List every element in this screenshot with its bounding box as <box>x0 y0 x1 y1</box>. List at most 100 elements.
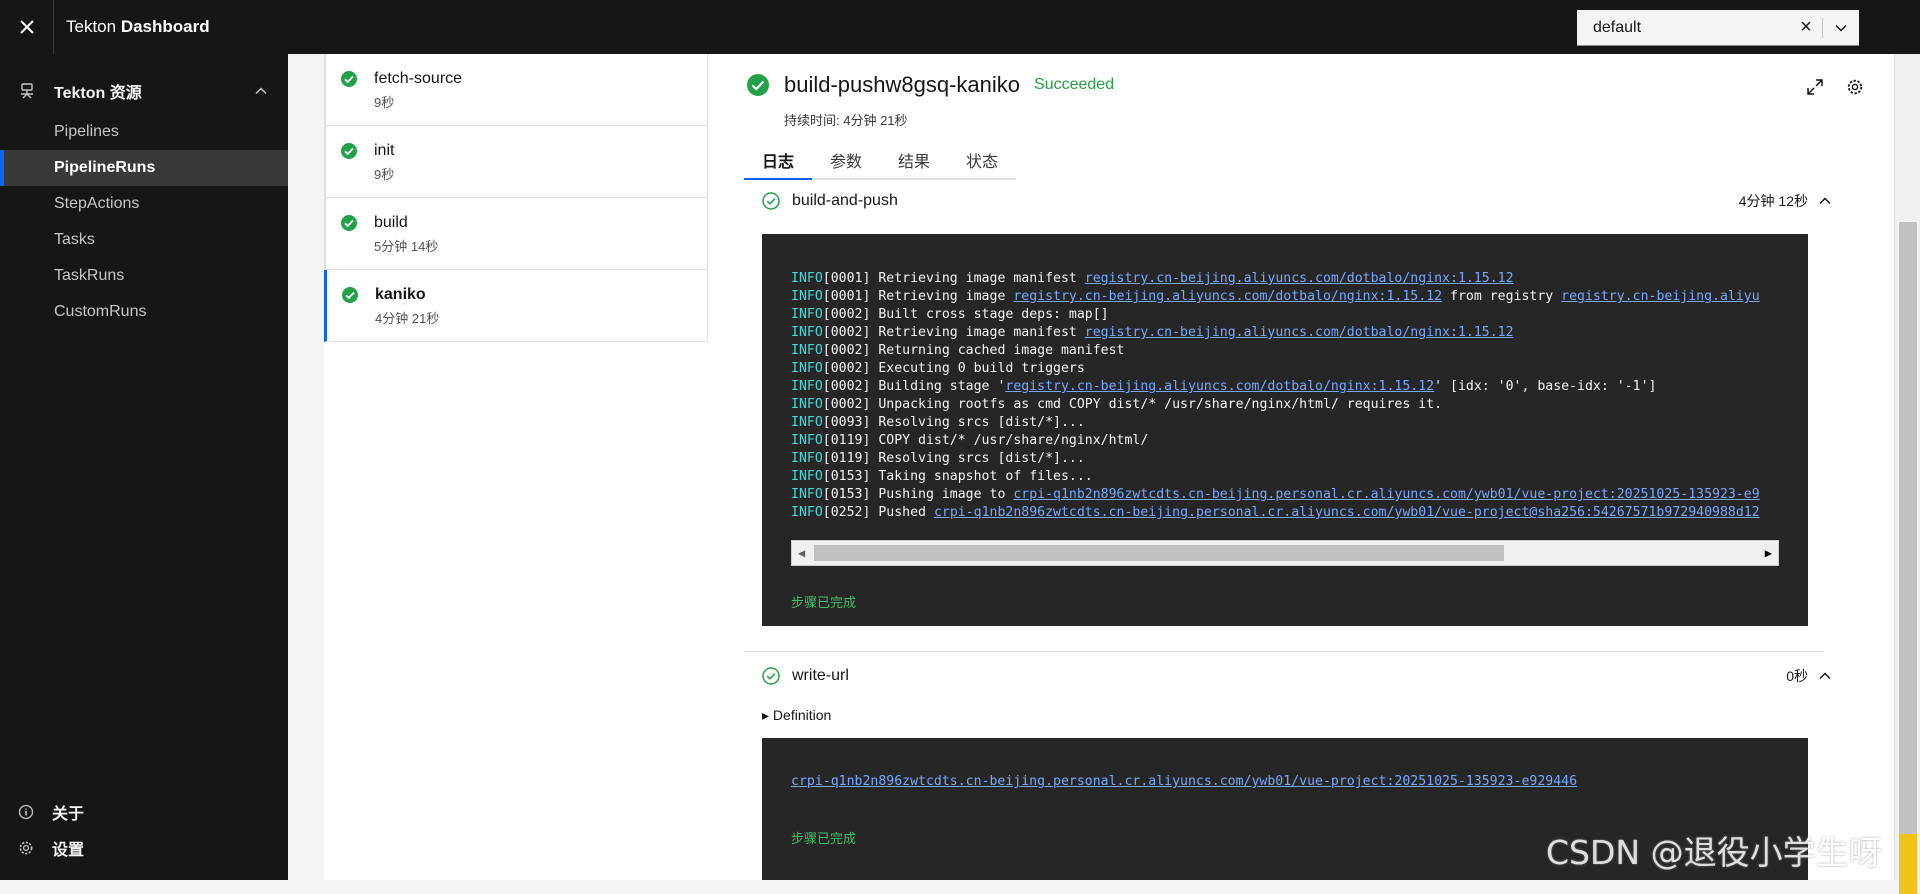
log-line: INFO[0153] Taking snapshot of files... <box>791 468 1779 486</box>
task-name: fetch-source <box>374 70 463 87</box>
task-list: fetch-source 9秒 init 9秒 build 5分钟 14秒 kanik… <box>324 54 708 880</box>
sidebar-item-settings[interactable]: 设置 <box>0 830 288 866</box>
step-header-build-and-push[interactable]: build-and-push 4分钟 12秒 <box>762 191 1832 211</box>
log-text: Building stage ' <box>870 379 1006 394</box>
log-level: INFO <box>791 343 823 358</box>
task-duration: 5分钟 14秒 <box>374 239 439 254</box>
task-name: init <box>374 142 395 159</box>
sidebar-item-about[interactable]: 关于 <box>0 794 288 830</box>
success-icon <box>341 71 357 87</box>
tab-list: 日志 参数 结果 状态 <box>744 142 1016 180</box>
step-name: build-and-push <box>792 192 898 209</box>
close-menu-button[interactable] <box>0 0 54 54</box>
sidebar-item-stepactions[interactable]: StepActions <box>0 186 288 222</box>
log-seq: [0002] <box>822 397 871 412</box>
log-level: INFO <box>791 415 823 430</box>
maximize-icon[interactable] <box>1806 78 1824 96</box>
log-link[interactable]: crpi-q1nb2n896zwtcdts.cn-beijing.persona… <box>1013 487 1759 502</box>
log-text: Resolving srcs [dist/*]... <box>870 415 1085 430</box>
log-text: Unpacking rootfs as cmd COPY dist/* /usr… <box>870 397 1443 412</box>
log-line: INFO[0001] Retrieving image registry.cn-… <box>791 288 1779 306</box>
chevron-up-icon[interactable] <box>1818 669 1832 683</box>
chevron-up-icon[interactable] <box>1818 194 1832 208</box>
tab-params[interactable]: 参数 <box>812 142 880 180</box>
log-seq: [0093] <box>822 415 871 430</box>
step-complete-text: 步骤已完成 <box>791 595 857 610</box>
clear-namespace-icon[interactable]: × <box>1790 16 1822 39</box>
log-text: Retrieving image manifest <box>870 271 1085 286</box>
about-label: 关于 <box>52 806 85 823</box>
top-bar: Tekton Dashboard default × <box>0 0 1920 54</box>
log-text: Resolving srcs [dist/*]... <box>870 451 1085 466</box>
log-line: INFO[0002] Executing 0 build triggers <box>791 360 1779 378</box>
info-icon <box>18 804 34 820</box>
log-link[interactable]: crpi-q1nb2n896zwtcdts.cn-beijing.persona… <box>934 505 1760 520</box>
log-line: INFO[0002] Unpacking rootfs as cmd COPY … <box>791 396 1779 414</box>
scroll-right-icon[interactable]: ▶ <box>1765 546 1772 560</box>
sidebar-section-tekton[interactable]: Tekton 资源 <box>0 68 288 114</box>
task-item-fetch-source[interactable]: fetch-source 9秒 <box>324 54 708 126</box>
log-level: INFO <box>791 433 823 448</box>
step-log-build-and-push: INFO[0001] Retrieving image manifest reg… <box>762 234 1808 626</box>
namespace-select[interactable]: default × <box>1577 10 1859 46</box>
log-link[interactable]: registry.cn-beijing.aliyuncs.com/dotbalo… <box>1013 289 1442 304</box>
tab-status[interactable]: 状态 <box>948 142 1016 180</box>
scroll-thumb[interactable] <box>814 545 1504 561</box>
tekton-icon <box>21 83 33 99</box>
log-level: INFO <box>791 379 823 394</box>
app-title-prefix: Tekton <box>66 17 121 36</box>
settings-label: 设置 <box>52 842 85 859</box>
sidebar-item-taskruns[interactable]: TaskRuns <box>0 258 288 294</box>
output-link[interactable]: crpi-q1nb2n896zwtcdts.cn-beijing.persona… <box>791 774 1577 789</box>
log-link[interactable]: registry.cn-beijing.aliyuncs.com/dotbalo… <box>1085 325 1514 340</box>
scroll-indicator <box>1899 834 1917 894</box>
log-link[interactable]: registry.cn-beijing.aliyuncs.com/dotbalo… <box>1085 271 1514 286</box>
log-link[interactable]: registry.cn-beijing.aliyuncs.com/dotbalo… <box>1005 379 1434 394</box>
log-level: INFO <box>791 307 823 322</box>
log-lines: crpi-q1nb2n896zwtcdts.cn-beijing.persona… <box>791 773 1779 791</box>
step-header-write-url[interactable]: write-url 0秒 <box>762 666 1832 686</box>
log-seq: [0153] <box>822 487 871 502</box>
sidebar: Tekton 资源 Pipelines PipelineRuns StepAct… <box>0 54 288 880</box>
log-text: Returning cached image manifest <box>870 343 1125 358</box>
log-seq: [0002] <box>822 379 871 394</box>
page-scroll-thumb[interactable] <box>1899 222 1917 872</box>
sidebar-item-customruns[interactable]: CustomRuns <box>0 294 288 330</box>
log-text: Taking snapshot of files... <box>870 469 1093 484</box>
log-lines: INFO[0001] Retrieving image manifest reg… <box>791 270 1779 522</box>
taskrun-detail: build-pushw8gsq-kaniko Succeeded 持续时间: 4… <box>708 54 1894 880</box>
app-title[interactable]: Tekton Dashboard <box>66 17 210 37</box>
step-duration: 0秒 <box>1786 668 1808 684</box>
task-item-init[interactable]: init 9秒 <box>324 126 708 198</box>
log-line: INFO[0119] Resolving srcs [dist/*]... <box>791 450 1779 468</box>
step-divider <box>744 651 1824 652</box>
task-item-kaniko[interactable]: kaniko 4分钟 21秒 <box>324 270 708 342</box>
check-circle-icon <box>762 192 780 210</box>
log-text: Pushing image to <box>870 487 1014 502</box>
log-text: Pushed <box>870 505 934 520</box>
log-text: Built cross stage deps: map[] <box>870 307 1109 322</box>
tab-logs[interactable]: 日志 <box>744 142 812 180</box>
chevron-up-icon <box>255 87 267 95</box>
page-scrollbar[interactable] <box>1894 54 1920 894</box>
definition-toggle[interactable]: ▸ Definition <box>762 707 831 724</box>
sidebar-item-tasks[interactable]: Tasks <box>0 222 288 258</box>
log-horizontal-scrollbar[interactable]: ◀ ▶ <box>791 540 1779 566</box>
chevron-down-icon[interactable] <box>1823 21 1859 35</box>
log-line: INFO[0002] Returning cached image manife… <box>791 342 1779 360</box>
task-duration: 9秒 <box>374 95 395 110</box>
definition-label: Definition <box>772 707 832 723</box>
step-duration: 4分钟 12秒 <box>1738 193 1808 209</box>
log-line: INFO[0119] COPY dist/* /usr/share/nginx/… <box>791 432 1779 450</box>
sidebar-item-pipelines[interactable]: Pipelines <box>0 114 288 150</box>
log-link[interactable]: registry.cn-beijing.aliyu <box>1561 289 1760 304</box>
gear-icon[interactable] <box>1846 78 1864 96</box>
log-level: INFO <box>791 505 823 520</box>
scroll-left-icon[interactable]: ◀ <box>798 546 805 560</box>
log-text: COPY dist/* /usr/share/nginx/html/ <box>870 433 1149 448</box>
taskrun-name: build-pushw8gsq-kaniko <box>784 72 1021 97</box>
sidebar-item-pipelineruns[interactable]: PipelineRuns <box>0 150 288 186</box>
log-line: INFO[0002] Built cross stage deps: map[] <box>791 306 1779 324</box>
tab-results[interactable]: 结果 <box>880 142 948 180</box>
task-item-build[interactable]: build 5分钟 14秒 <box>324 198 708 270</box>
